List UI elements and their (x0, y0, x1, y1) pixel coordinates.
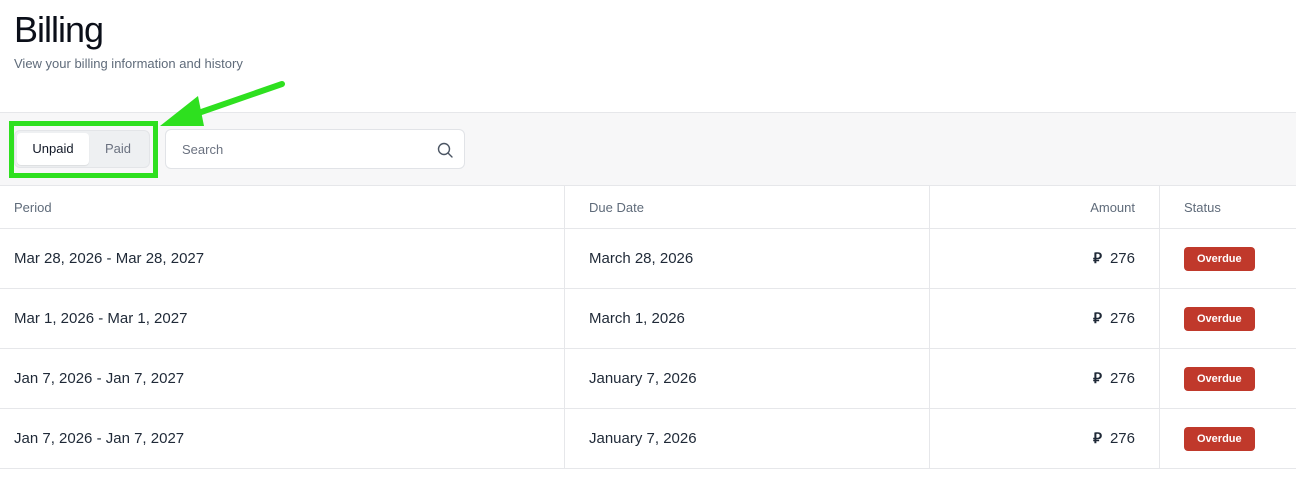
due-date-cell: March 1, 2026 (565, 289, 930, 348)
table-row[interactable]: Jan 7, 2026 - Jan 7, 2027 January 7, 202… (0, 409, 1296, 469)
due-date-cell: January 7, 2026 (565, 409, 930, 468)
page-title: Billing (14, 9, 104, 50)
table-row[interactable]: Jan 7, 2026 - Jan 7, 2027 January 7, 202… (0, 349, 1296, 409)
status-badge: Overdue (1184, 426, 1255, 451)
page-subtitle: View your billing information and histor… (14, 56, 243, 71)
billing-table: Period Due Date Amount Status Mar 28, 20… (0, 186, 1296, 469)
currency-icon: ⃁ (1093, 310, 1102, 327)
column-header-amount: Amount (930, 186, 1160, 228)
tab-paid[interactable]: Paid (89, 133, 147, 165)
status-tabs: Unpaid Paid (14, 130, 150, 168)
amount-value: 276 (1109, 430, 1135, 447)
status-badge: Overdue (1184, 366, 1255, 391)
column-header-period: Period (0, 186, 565, 228)
column-header-due-date: Due Date (565, 186, 930, 228)
amount-cell: ⃁ 276 (930, 289, 1160, 348)
column-header-status: Status (1184, 199, 1221, 215)
period-cell: Jan 7, 2026 - Jan 7, 2027 (0, 349, 565, 408)
status-cell: Overdue (1160, 349, 1296, 408)
filter-toolbar: Unpaid Paid (0, 112, 1296, 186)
amount-cell: ⃁ 276 (930, 229, 1160, 288)
amount-cell: ⃁ 276 (930, 349, 1160, 408)
status-badge: Overdue (1184, 306, 1255, 331)
period-cell: Jan 7, 2026 - Jan 7, 2027 (0, 409, 565, 468)
search-box[interactable] (165, 129, 465, 169)
table-row[interactable]: Mar 28, 2026 - Mar 28, 2027 March 28, 20… (0, 229, 1296, 289)
period-cell: Mar 28, 2026 - Mar 28, 2027 (0, 229, 565, 288)
period-cell: Mar 1, 2026 - Mar 1, 2027 (0, 289, 565, 348)
table-row[interactable]: Mar 1, 2026 - Mar 1, 2027 March 1, 2026 … (0, 289, 1296, 349)
currency-icon: ⃁ (1093, 250, 1102, 267)
tab-unpaid[interactable]: Unpaid (17, 133, 89, 165)
search-icon[interactable] (436, 141, 454, 159)
amount-value: 276 (1109, 370, 1135, 387)
table-header-row: Period Due Date Amount Status (0, 186, 1296, 229)
status-cell: Overdue (1160, 409, 1296, 468)
amount-value: 276 (1109, 310, 1135, 327)
page-header: Billing View your billing information an… (14, 9, 243, 72)
status-cell: Overdue (1160, 229, 1296, 288)
due-date-cell: January 7, 2026 (565, 349, 930, 408)
amount-value: 276 (1109, 250, 1135, 267)
currency-icon: ⃁ (1093, 370, 1102, 387)
status-cell: Overdue (1160, 289, 1296, 348)
amount-cell: ⃁ 276 (930, 409, 1160, 468)
due-date-cell: March 28, 2026 (565, 229, 930, 288)
status-badge: Overdue (1184, 246, 1255, 271)
currency-icon: ⃁ (1093, 430, 1102, 447)
search-input[interactable] (166, 130, 428, 168)
